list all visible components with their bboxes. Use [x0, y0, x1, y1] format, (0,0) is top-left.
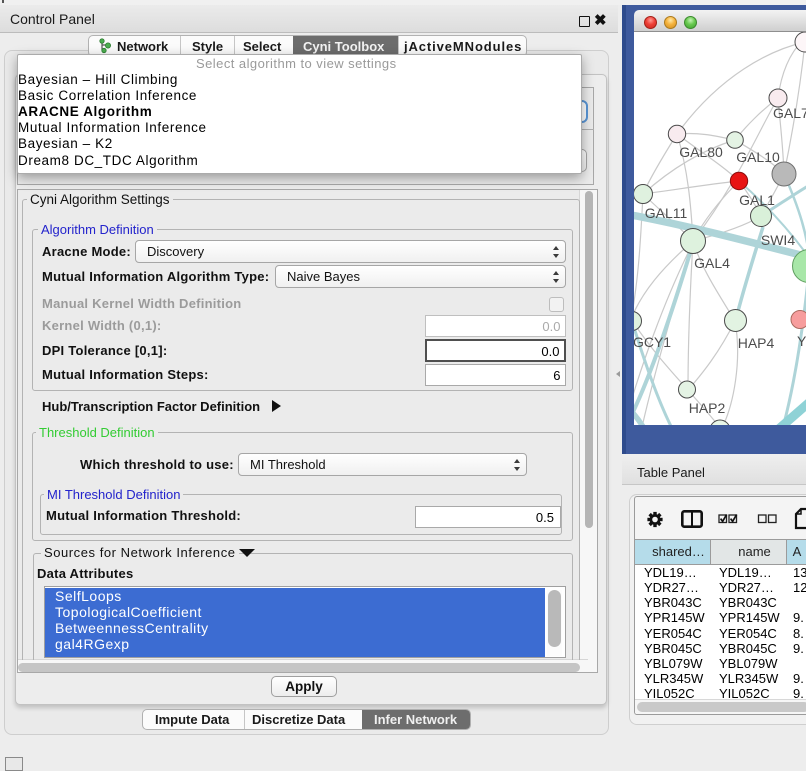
svg-text:GAL80: GAL80 — [679, 144, 723, 160]
svg-text:GAL10: GAL10 — [736, 149, 780, 165]
svg-text:SWI4: SWI4 — [761, 232, 795, 248]
svg-text:GAL11: GAL11 — [645, 205, 688, 221]
svg-text:GCY1: GCY1 — [634, 334, 671, 350]
svg-text:HAP2: HAP2 — [689, 400, 726, 416]
svg-text:HAP4: HAP4 — [738, 335, 775, 351]
svg-text:YM: YM — [797, 333, 806, 349]
svg-text:GAL7: GAL7 — [773, 105, 806, 121]
svg-text:GAL1: GAL1 — [739, 192, 775, 208]
svg-text:GAL4: GAL4 — [694, 255, 730, 271]
